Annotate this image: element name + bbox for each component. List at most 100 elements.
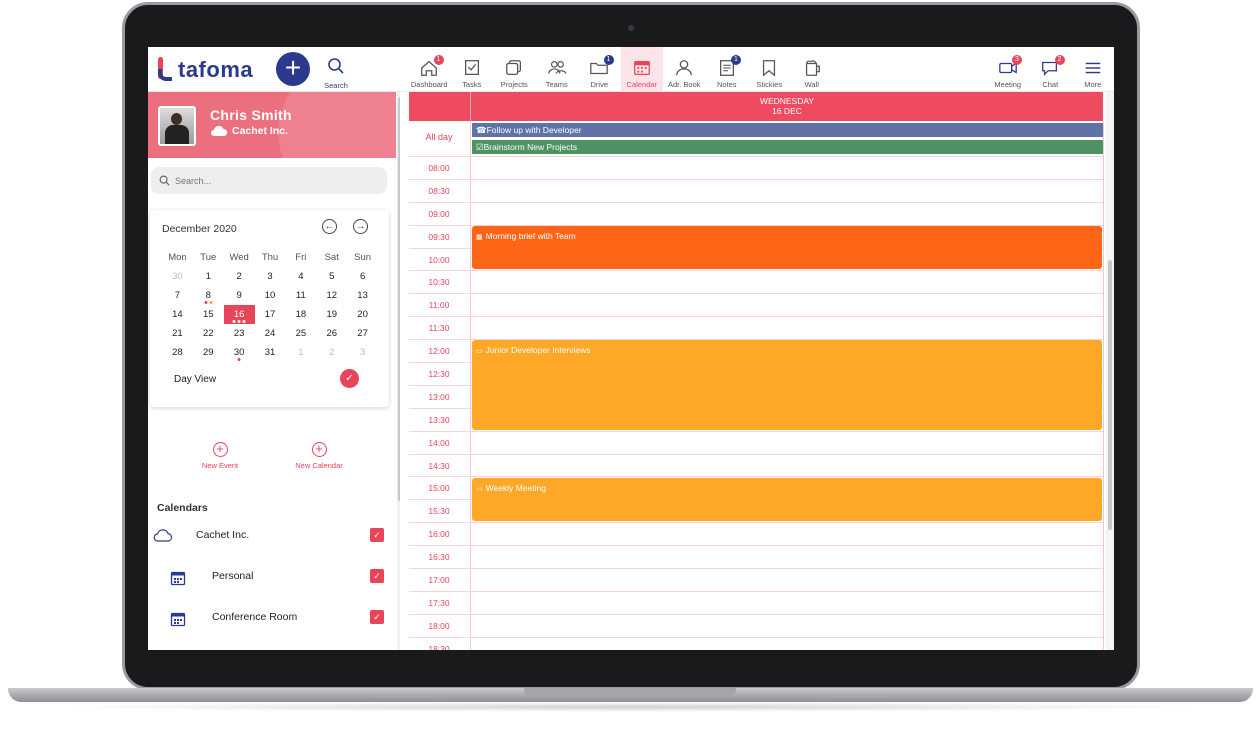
- day-view-scrollbar[interactable]: [1106, 92, 1114, 650]
- nav-item-teams[interactable]: Teams: [536, 47, 579, 92]
- time-slot[interactable]: 17:00: [409, 568, 1103, 591]
- calendar-day[interactable]: 30: [224, 343, 255, 362]
- weekday-header: Thu: [261, 252, 279, 263]
- time-slot[interactable]: 18:00: [409, 613, 1103, 637]
- calendar-day[interactable]: 15: [193, 305, 224, 324]
- calendar-day[interactable]: 17: [255, 305, 286, 324]
- sidebar-search-input[interactable]: [175, 175, 375, 186]
- nav-item-label: Tasks: [462, 80, 482, 89]
- time-slot[interactable]: 11:00: [409, 293, 1103, 316]
- nav-item-menu[interactable]: More: [1072, 47, 1115, 92]
- calendar-day[interactable]: 3: [347, 343, 378, 362]
- nav-item-stickies[interactable]: Stickies: [748, 47, 791, 92]
- time-slot[interactable]: 08:30: [409, 178, 1103, 202]
- time-slot[interactable]: 17:30: [409, 590, 1103, 614]
- calendar-day[interactable]: 8: [193, 286, 224, 305]
- time-slot[interactable]: 16:30: [409, 545, 1103, 568]
- calendar-event[interactable]: ▦ Morning brief with Team: [472, 225, 1102, 270]
- time-slot[interactable]: 18:30: [409, 636, 1103, 650]
- calendar-day[interactable]: 5: [316, 267, 347, 286]
- time-label: 12:30: [428, 369, 450, 380]
- calendar-item-personal[interactable]: Personal ✓: [148, 562, 393, 592]
- time-slot[interactable]: 11:30: [409, 316, 1103, 339]
- calendar-day[interactable]: 24: [255, 324, 286, 343]
- calendar-day[interactable]: 7: [162, 286, 193, 305]
- calendar-checkbox[interactable]: ✓: [370, 528, 384, 542]
- time-slot[interactable]: 14:00: [409, 430, 1103, 454]
- calendar-day[interactable]: 12: [316, 286, 347, 305]
- nav-item-projects[interactable]: Projects: [493, 47, 536, 92]
- all-day-event[interactable]: ☑Brainstorm New Projects: [472, 140, 1103, 154]
- weekday-header: Tue: [200, 252, 217, 263]
- calendar-event[interactable]: ▭ Weekly Meeting: [472, 477, 1102, 522]
- calendar-day[interactable]: 26: [316, 324, 347, 343]
- new-calendar-label: New Calendar: [295, 461, 343, 470]
- time-label: 17:30: [428, 597, 450, 608]
- nav-item-chat[interactable]: Chat 2: [1029, 47, 1072, 92]
- calendar-day[interactable]: 4: [285, 267, 316, 286]
- calendar-checkbox[interactable]: ✓: [370, 610, 384, 624]
- calendar-day[interactable]: 18: [285, 305, 316, 324]
- time-slot[interactable]: 14:30: [409, 453, 1103, 477]
- calendar-day[interactable]: 21: [162, 324, 193, 343]
- profile-card[interactable]: Chris Smith Cachet Inc.: [148, 92, 396, 158]
- mini-calendar-grid: Mon Tue Wed Thu Fri Sat Sun 30 1 2 3 4 5 6 7 8 9 10 11 12 13…: [162, 248, 378, 362]
- calendar-day[interactable]: 2: [224, 267, 255, 286]
- calendar-day[interactable]: 27: [347, 324, 378, 343]
- calendar-day[interactable]: 11: [285, 286, 316, 305]
- cloud-icon: [153, 529, 173, 542]
- add-button[interactable]: +: [276, 52, 310, 86]
- nav-item-label: Meeting: [994, 80, 1022, 89]
- calendar-day[interactable]: 9: [224, 286, 255, 305]
- nav-item-calendar[interactable]: Calendar: [620, 47, 663, 92]
- top-search-button[interactable]: Search: [320, 57, 352, 90]
- calendar-day[interactable]: 22: [193, 324, 224, 343]
- day-view: WEDNESDAY 16 DEC All day ☎Follow up with…: [409, 92, 1114, 650]
- calendar-day[interactable]: 19: [316, 305, 347, 324]
- sidebar-scrollbar[interactable]: [397, 92, 400, 650]
- calendar-day[interactable]: 2: [316, 343, 347, 362]
- calendar-day[interactable]: 25: [285, 324, 316, 343]
- calendar-day[interactable]: 13: [347, 286, 378, 305]
- calendar-day[interactable]: 1: [193, 267, 224, 286]
- calendar-item-cachet[interactable]: Cachet Inc. ✓: [148, 521, 393, 551]
- nav-item-address-book[interactable]: Adr. Book: [663, 47, 706, 92]
- calendar-day[interactable]: 3: [255, 267, 286, 286]
- calendar-day[interactable]: 20: [347, 305, 378, 324]
- calendar-day[interactable]: 28: [162, 343, 193, 362]
- new-calendar-button[interactable]: + New Calendar: [284, 442, 354, 470]
- calendar-day[interactable]: 1: [285, 343, 316, 362]
- nav-item-wall[interactable]: Wall: [791, 47, 834, 92]
- calendar-item-conference-room[interactable]: Conference Room ✓: [148, 603, 393, 633]
- time-slot[interactable]: 10:30: [409, 270, 1103, 293]
- calendar-day[interactable]: 14: [162, 305, 193, 324]
- calendar-day[interactable]: 30: [162, 267, 193, 286]
- nav-item-video[interactable]: Meeting 3: [987, 47, 1030, 92]
- time-slot[interactable]: 16:00: [409, 522, 1103, 545]
- calendar-day[interactable]: 23: [224, 324, 255, 343]
- prev-month-button[interactable]: ←: [322, 219, 337, 234]
- nav-item-home[interactable]: Dashboard 1: [408, 47, 451, 92]
- calendar-checkbox[interactable]: ✓: [370, 569, 384, 583]
- next-month-button[interactable]: →: [353, 219, 368, 234]
- calendar-day-number: 3: [267, 271, 273, 282]
- event-dot: [232, 320, 236, 323]
- calendar-item-name: Personal: [212, 570, 254, 582]
- time-slot[interactable]: 08:00: [409, 156, 1103, 179]
- calendar-day[interactable]: 10: [255, 286, 286, 305]
- day-view-toggle[interactable]: ✓: [340, 369, 359, 388]
- calendar-event[interactable]: ▭ Junior Developer Interviews: [472, 340, 1102, 430]
- time-slot[interactable]: 09:00: [409, 201, 1103, 225]
- sidebar-search[interactable]: [151, 167, 387, 194]
- event-dot: [237, 320, 241, 323]
- calendar-day[interactable]: 16: [223, 305, 255, 324]
- calendar-day[interactable]: 31: [255, 343, 286, 362]
- all-day-event[interactable]: ☎Follow up with Developer: [472, 123, 1103, 137]
- logo[interactable]: tafoma: [156, 55, 253, 85]
- calendar-day[interactable]: 29: [193, 343, 224, 362]
- nav-item-notes[interactable]: Notes 1: [706, 47, 749, 92]
- nav-item-drive[interactable]: Drive 1: [578, 47, 621, 92]
- nav-item-tasks[interactable]: Tasks: [451, 47, 494, 92]
- new-event-button[interactable]: + New Event: [185, 442, 255, 470]
- calendar-day[interactable]: 6: [347, 267, 378, 286]
